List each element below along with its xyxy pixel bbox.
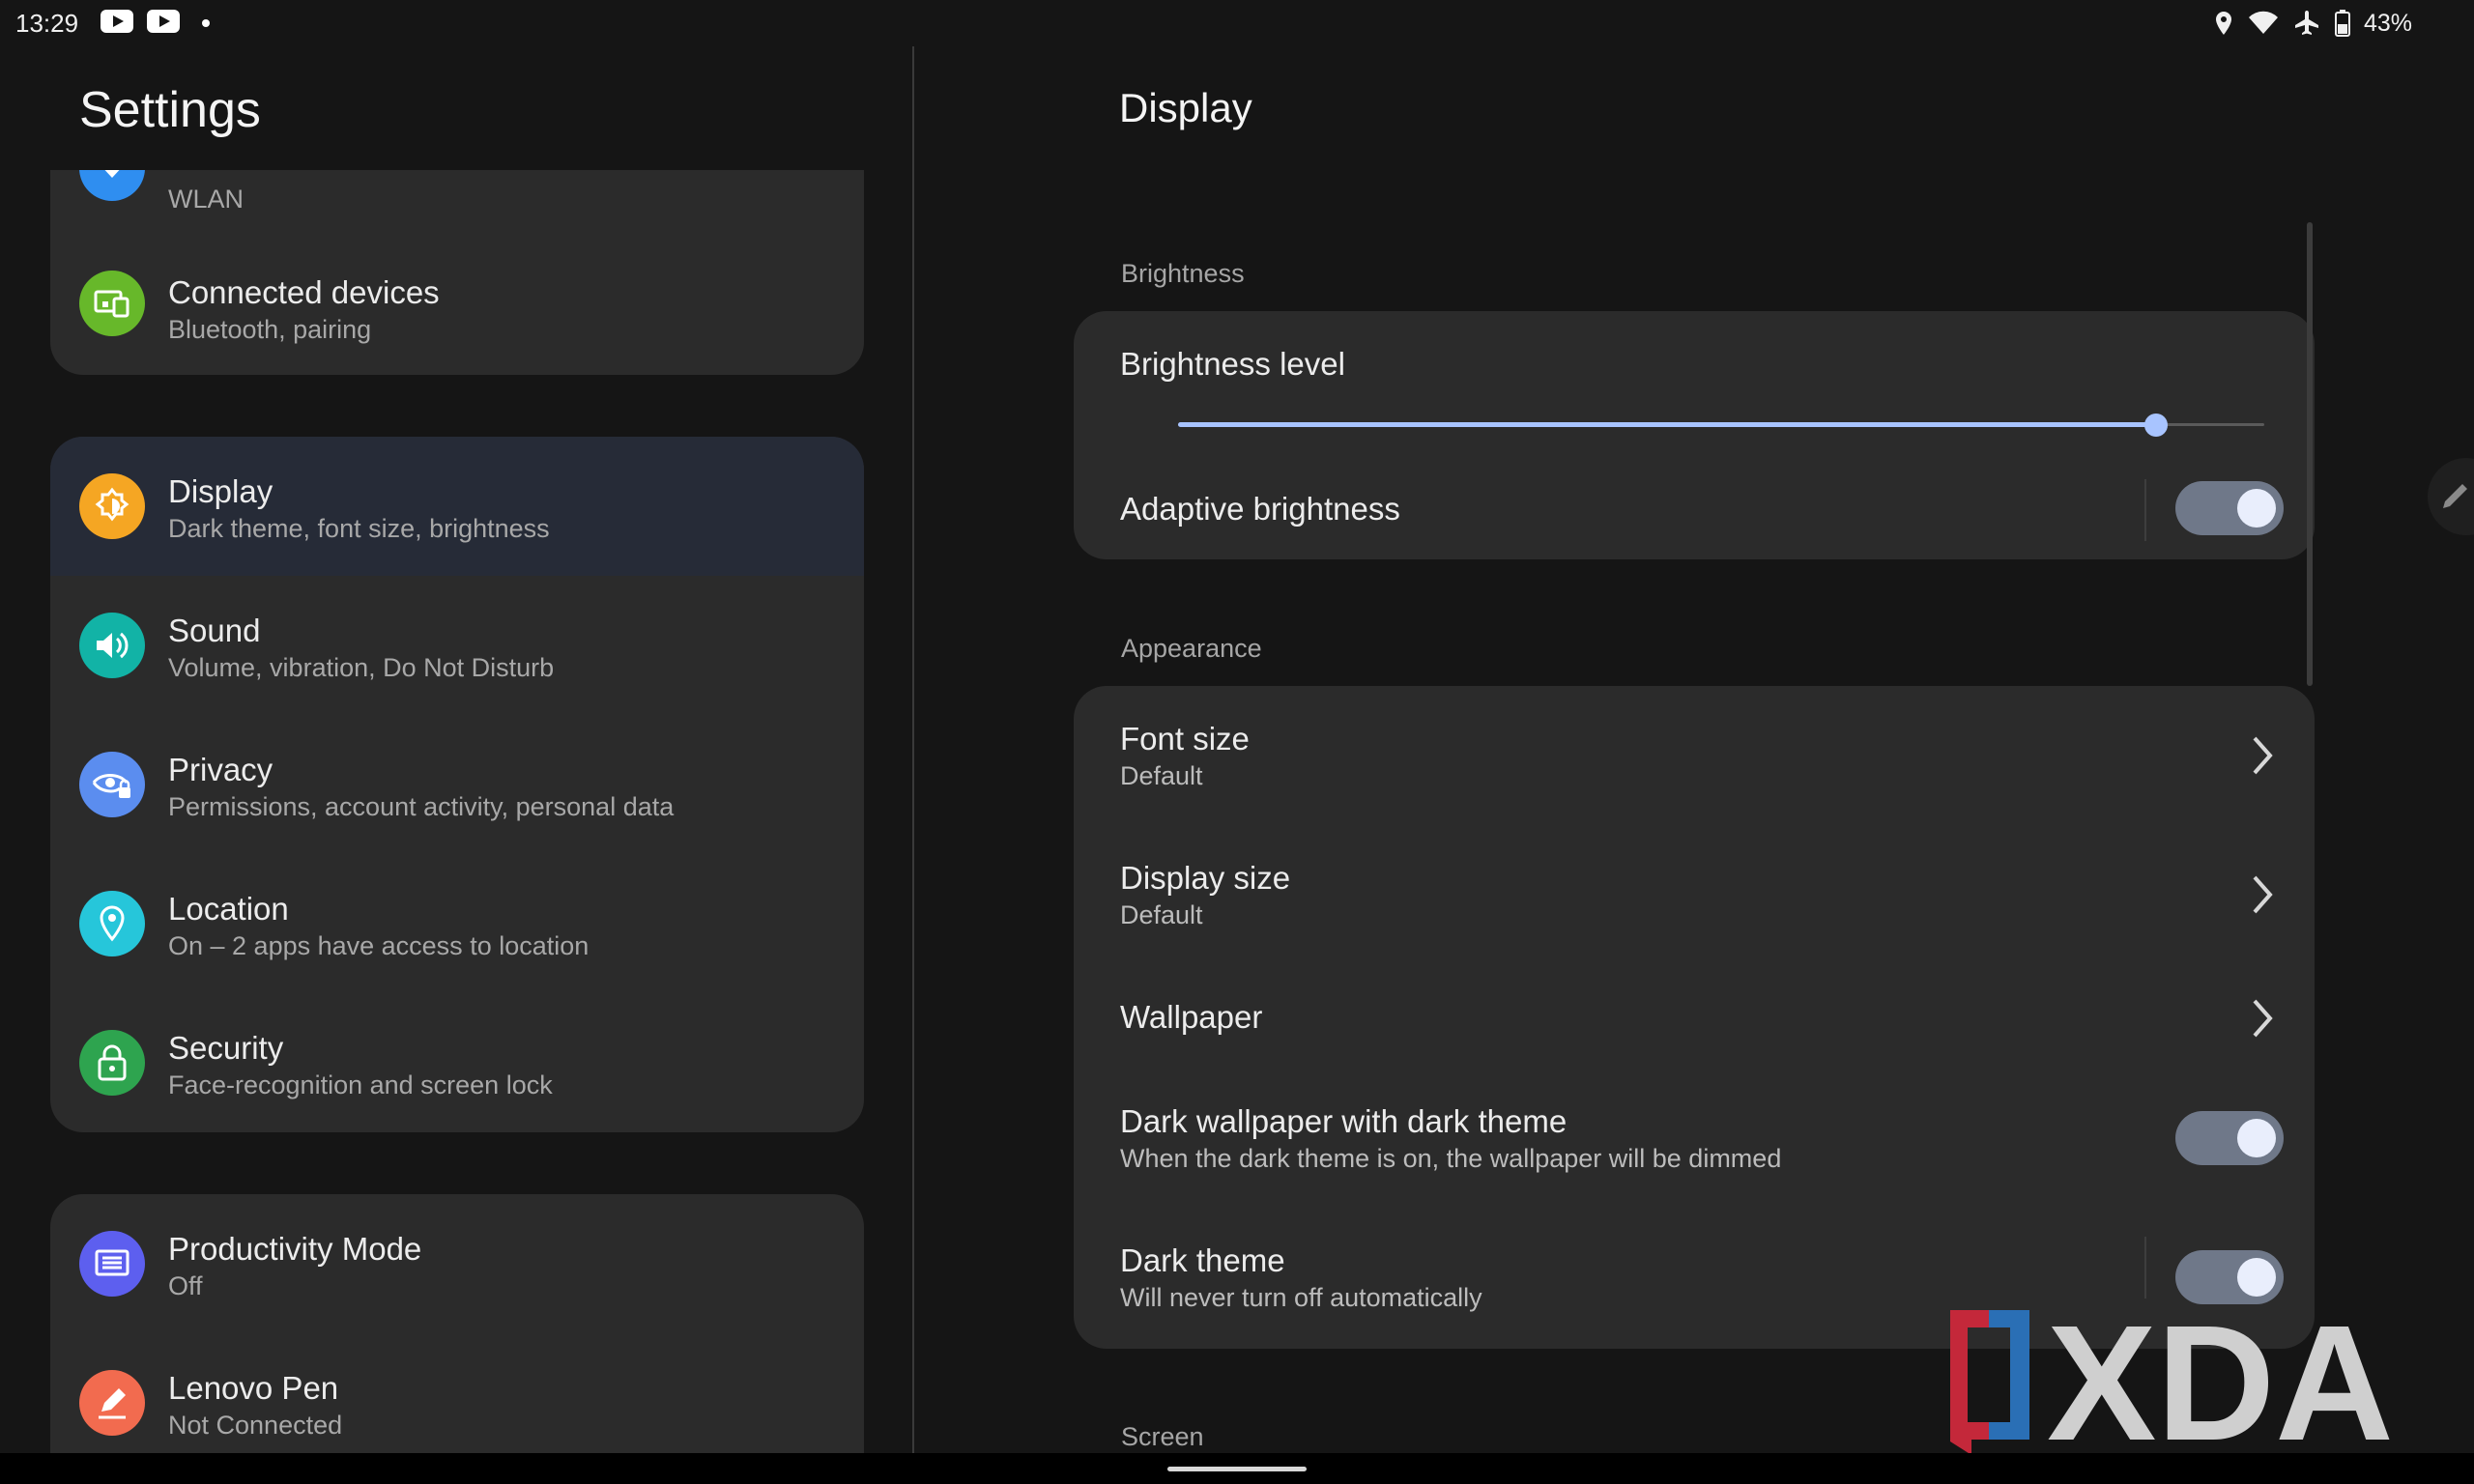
scrollbar[interactable] <box>2307 222 2313 686</box>
youtube-notification-icon <box>147 10 180 33</box>
settings-item-title: Location <box>168 891 289 927</box>
productivity-mode-icon <box>79 1231 145 1297</box>
divider-line <box>2144 1237 2146 1298</box>
settings-item-subtitle: Off <box>168 1271 203 1300</box>
display-settings-icon <box>79 473 145 539</box>
section-header-appearance: Appearance <box>1121 634 1262 663</box>
status-bar: 13:29 43% <box>0 0 2474 46</box>
settings-item-connected-devices[interactable]: Connected devices Bluetooth, pairing <box>50 236 864 375</box>
pen-icon <box>79 1370 145 1436</box>
slider-fill <box>1178 422 2156 427</box>
settings-item-title: Connected devices <box>168 274 440 310</box>
pen-icon <box>2443 484 2467 508</box>
font-size-item[interactable]: Font size Default <box>1074 686 2315 825</box>
gesture-handle[interactable] <box>1167 1467 1307 1471</box>
chevron-right-icon <box>2253 875 2273 914</box>
chevron-right-icon <box>2253 999 2273 1038</box>
settings-item-location[interactable]: Location On – 2 apps have access to loca… <box>50 854 864 993</box>
settings-item-subtitle: Dark theme, font size, brightness <box>168 514 550 543</box>
status-time: 13:29 <box>15 9 79 38</box>
panel-divider <box>912 46 914 1453</box>
dark-theme-toggle[interactable] <box>2175 1250 2284 1304</box>
settings-card-connectivity: WLAN Connected devices Bluetooth, pairin… <box>50 170 864 375</box>
section-header-screen: Screen <box>1121 1422 1204 1451</box>
settings-item-title: Lenovo Pen <box>168 1370 339 1406</box>
battery-percent: 43% <box>2363 9 2412 37</box>
display-size-item[interactable]: Display size Default <box>1074 825 2315 964</box>
divider-line <box>2144 479 2146 541</box>
settings-item-sound[interactable]: Sound Volume, vibration, Do Not Disturb <box>50 576 864 715</box>
battery-icon <box>2334 10 2350 37</box>
more-notifications-dot-icon <box>202 19 210 27</box>
youtube-notification-icon <box>101 10 133 33</box>
watermark-text: XDA <box>2047 1302 2394 1457</box>
appearance-card: Font size Default Display size Default W… <box>1074 686 2315 1349</box>
settings-item-title: Sound <box>168 613 261 648</box>
section-header-brightness: Brightness <box>1121 259 1245 288</box>
toggle-knob <box>2237 1258 2276 1297</box>
settings-item-title: Security <box>168 1030 284 1066</box>
privacy-settings-icon <box>79 752 145 817</box>
dark-wallpaper-toggle[interactable] <box>2175 1111 2284 1165</box>
settings-item-productivity-mode[interactable]: Productivity Mode Off <box>50 1194 864 1333</box>
dark-theme-description: Will never turn off automatically <box>1120 1283 1482 1312</box>
xda-watermark-logo: XDA <box>1950 1302 2394 1457</box>
settings-card-device: Display Dark theme, font size, brightnes… <box>50 437 864 1132</box>
settings-item-title: Productivity Mode <box>168 1231 422 1267</box>
settings-item-subtitle: Bluetooth, pairing <box>168 315 372 344</box>
connected-devices-icon <box>79 271 145 336</box>
display-size-label: Display size <box>1120 860 1291 896</box>
toggle-knob <box>2237 489 2276 528</box>
edge-pen-shortcut[interactable] <box>2428 458 2474 535</box>
wifi-settings-icon <box>79 170 145 201</box>
location-settings-icon <box>79 891 145 956</box>
wallpaper-label: Wallpaper <box>1120 999 1263 1035</box>
wallpaper-item[interactable]: Wallpaper <box>1074 964 2315 1072</box>
brightness-card: Brightness level Adaptive brightness <box>1074 311 2315 559</box>
adaptive-brightness-label: Adaptive brightness <box>1120 491 1400 527</box>
settings-item-subtitle: Volume, vibration, Do Not Disturb <box>168 653 555 682</box>
dark-wallpaper-label: Dark wallpaper with dark theme <box>1120 1103 1568 1139</box>
chevron-right-icon <box>2253 736 2273 775</box>
settings-item-subtitle: WLAN <box>168 185 245 214</box>
dark-wallpaper-item[interactable]: Dark wallpaper with dark theme When the … <box>1074 1072 2315 1212</box>
lock-icon <box>79 1030 145 1096</box>
settings-item-lenovo-pen[interactable]: Lenovo Pen Not Connected <box>50 1333 864 1453</box>
settings-list[interactable]: WLAN Connected devices Bluetooth, pairin… <box>0 170 913 1453</box>
settings-item-subtitle: Face-recognition and screen lock <box>168 1070 553 1099</box>
slider-thumb[interactable] <box>2143 414 2168 437</box>
settings-item-wlan[interactable]: WLAN <box>50 170 864 236</box>
detail-title: Display <box>1119 85 1252 130</box>
settings-item-title: Display <box>168 473 273 509</box>
settings-item-security[interactable]: Security Face-recognition and screen loc… <box>50 993 864 1132</box>
display-size-value: Default <box>1120 900 1203 929</box>
location-status-icon <box>2215 12 2231 35</box>
brightness-level-label: Brightness level <box>1120 346 1345 382</box>
settings-item-title: Privacy <box>168 752 273 787</box>
settings-item-display[interactable]: Display Dark theme, font size, brightnes… <box>50 437 864 576</box>
settings-item-subtitle: Not Connected <box>168 1411 343 1440</box>
settings-card-lenovo: Productivity Mode Off Lenovo Pen Not Con… <box>50 1194 864 1453</box>
wifi-icon <box>2248 11 2278 35</box>
dark-wallpaper-description: When the dark theme is on, the wallpaper… <box>1120 1144 1782 1173</box>
toggle-knob <box>2237 1119 2276 1157</box>
font-size-label: Font size <box>1120 721 1250 756</box>
adaptive-brightness-toggle[interactable] <box>2175 481 2284 535</box>
settings-item-subtitle: On – 2 apps have access to location <box>168 931 590 960</box>
status-right-group: 43% <box>2213 7 2412 40</box>
dark-theme-label: Dark theme <box>1120 1242 1285 1278</box>
font-size-value: Default <box>1120 761 1203 790</box>
settings-item-subtitle: Permissions, account activity, personal … <box>168 792 675 821</box>
page-title: Settings <box>79 82 261 138</box>
settings-item-privacy[interactable]: Privacy Permissions, account activity, p… <box>50 715 864 854</box>
sound-settings-icon <box>79 613 145 678</box>
brightness-slider[interactable] <box>1178 408 2264 442</box>
airplane-mode-icon <box>2294 11 2318 35</box>
